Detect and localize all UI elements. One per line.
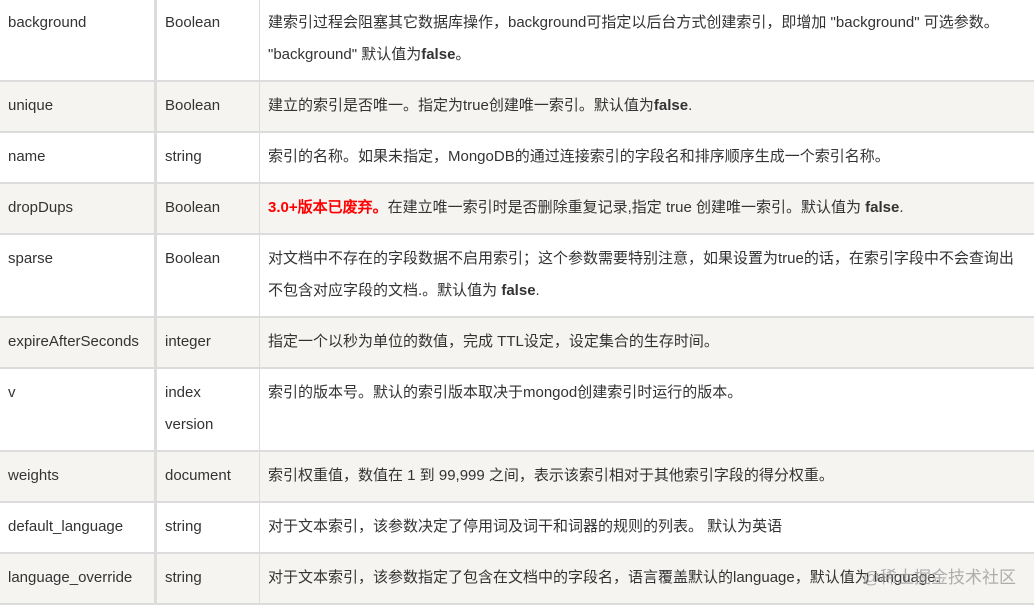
description-text: 对于文本索引，该参数指定了包含在文档中的字段名，语言覆盖默认的language，… bbox=[268, 569, 940, 586]
description-text: . bbox=[536, 282, 540, 299]
description-text: 索引权重值，数值在 1 到 99,999 之间，表示该索引相对于其他索引字段的得… bbox=[268, 467, 834, 484]
param-name-cell: unique bbox=[0, 81, 156, 132]
param-type-cell: index version bbox=[156, 368, 260, 451]
table-row: expireAfterSecondsinteger 指定一个以秒为单位的数值，完成… bbox=[0, 317, 1034, 368]
table-row: language_overridestring 对于文本索引，该参数指定了包含在文… bbox=[0, 553, 1034, 604]
default-value: false bbox=[501, 282, 535, 299]
description-cell: 3.0+版本已废弃。在建立唯一索引时是否删除重复记录,指定 true 创建唯一索… bbox=[260, 183, 1034, 234]
table-row: dropDupsBoolean3.0+版本已废弃。在建立唯一索引时是否删除重复记… bbox=[0, 183, 1034, 234]
description-cell: 对于文本索引，该参数指定了包含在文档中的字段名，语言覆盖默认的language，… bbox=[260, 553, 1034, 604]
description-text: 建索引过程会阻塞其它数据库操作，background可指定以后台方式创建索引，即… bbox=[268, 14, 999, 63]
param-name-cell: background bbox=[0, 0, 156, 81]
table-row: namestring 索引的名称。如果未指定，MongoDB的通过连接索引的字段名… bbox=[0, 132, 1034, 183]
table-row: default_languagestring 对于文本索引，该参数决定了停用词及词… bbox=[0, 502, 1034, 553]
description-text: 对于文本索引，该参数决定了停用词及词干和词器的规则的列表。 默认为英语 bbox=[268, 518, 782, 535]
description-text: 在建立唯一索引时是否删除重复记录,指定 true 创建唯一索引。默认值为 bbox=[388, 199, 866, 216]
description-cell: 索引的版本号。默认的索引版本取决于mongod创建索引时运行的版本。 bbox=[260, 368, 1034, 451]
param-name-cell: language_override bbox=[0, 553, 156, 604]
description-text: . bbox=[688, 97, 692, 114]
param-type-cell: string bbox=[156, 502, 260, 553]
param-name-cell: default_language bbox=[0, 502, 156, 553]
description-cell: 对于文本索引，该参数决定了停用词及词干和词器的规则的列表。 默认为英语 bbox=[260, 502, 1034, 553]
description-text: . bbox=[899, 199, 903, 216]
description-text: 对文档中不存在的字段数据不启用索引；这个参数需要特别注意，如果设置为true的话… bbox=[268, 250, 1014, 299]
table-row: backgroundBoolean建索引过程会阻塞其它数据库操作，backgro… bbox=[0, 0, 1034, 81]
table-row: sparseBoolean对文档中不存在的字段数据不启用索引；这个参数需要特别注… bbox=[0, 234, 1034, 317]
param-type-cell: Boolean bbox=[156, 81, 260, 132]
param-type-cell: Boolean bbox=[156, 234, 260, 317]
param-name-cell: name bbox=[0, 132, 156, 183]
description-text: 索引的版本号。默认的索引版本取决于mongod创建索引时运行的版本。 bbox=[268, 384, 742, 401]
description-text: 索引的名称。如果未指定，MongoDB的通过连接索引的字段名和排序顺序生成一个索… bbox=[268, 148, 890, 165]
param-type-cell: string bbox=[156, 553, 260, 604]
param-type-cell: integer bbox=[156, 317, 260, 368]
table-row: vindex version 索引的版本号。默认的索引版本取决于mongod创建索… bbox=[0, 368, 1034, 451]
param-type-cell: Boolean bbox=[156, 183, 260, 234]
default-value: false bbox=[421, 46, 455, 63]
description-text: 。 bbox=[455, 46, 470, 63]
param-name-cell: dropDups bbox=[0, 183, 156, 234]
description-cell: 指定一个以秒为单位的数值，完成 TTL设定，设定集合的生存时间。 bbox=[260, 317, 1034, 368]
description-cell: 建立的索引是否唯一。指定为true创建唯一索引。默认值为false. bbox=[260, 81, 1034, 132]
default-value: false bbox=[654, 97, 688, 114]
param-name-cell: weights bbox=[0, 451, 156, 502]
deprecated-note: 3.0+版本已废弃。 bbox=[268, 199, 388, 216]
description-cell: 索引的名称。如果未指定，MongoDB的通过连接索引的字段名和排序顺序生成一个索… bbox=[260, 132, 1034, 183]
description-cell: 建索引过程会阻塞其它数据库操作，background可指定以后台方式创建索引，即… bbox=[260, 0, 1034, 81]
param-type-cell: document bbox=[156, 451, 260, 502]
description-text: 指定一个以秒为单位的数值，完成 TTL设定，设定集合的生存时间。 bbox=[268, 333, 719, 350]
description-text: 建立的索引是否唯一。指定为true创建唯一索引。默认值为 bbox=[268, 97, 654, 114]
description-cell: 对文档中不存在的字段数据不启用索引；这个参数需要特别注意，如果设置为true的话… bbox=[260, 234, 1034, 317]
table-row: uniqueBoolean建立的索引是否唯一。指定为true创建唯一索引。默认值… bbox=[0, 81, 1034, 132]
table-row: weightsdocument 索引权重值，数值在 1 到 99,999 之间，表… bbox=[0, 451, 1034, 502]
param-name-cell: expireAfterSeconds bbox=[0, 317, 156, 368]
description-cell: 索引权重值，数值在 1 到 99,999 之间，表示该索引相对于其他索引字段的得… bbox=[260, 451, 1034, 502]
index-options-table: backgroundBoolean建索引过程会阻塞其它数据库操作，backgro… bbox=[0, 0, 1034, 605]
param-type-cell: Boolean bbox=[156, 0, 260, 81]
param-type-cell: string bbox=[156, 132, 260, 183]
default-value: false bbox=[865, 199, 899, 216]
param-name-cell: sparse bbox=[0, 234, 156, 317]
param-name-cell: v bbox=[0, 368, 156, 451]
